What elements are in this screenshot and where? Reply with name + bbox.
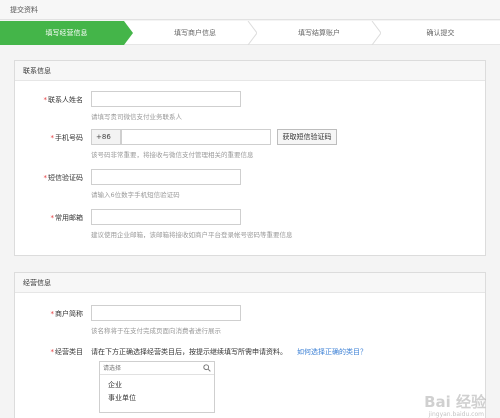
category-help-link[interactable]: 如何选择正确的类目？ — [297, 347, 367, 357]
shortname-input[interactable] — [91, 305, 241, 321]
contact-section-title: 联系信息 — [15, 61, 485, 81]
category-description: 请在下方正确选择经营类目后，按提示继续填写所需申请资料。 — [91, 348, 287, 356]
shortname-label: *商户简称 — [50, 310, 84, 318]
get-sms-code-button[interactable]: 获取短信验证码 — [277, 129, 337, 145]
step-fill-business-info: 填写经营信息 — [0, 21, 133, 45]
phone-country-code: +86 — [91, 129, 121, 145]
step-confirm-submit: 确认提交 — [426, 29, 455, 37]
watermark-url: jingyan.baidu.com — [428, 411, 484, 418]
watermark-logo: Bai 经验 — [424, 393, 486, 411]
category-search[interactable] — [100, 362, 214, 375]
phone-hint: 该号码非常重要，将接收与微信支付管理相关的重要信息 — [91, 151, 254, 159]
email-hint: 建议使用企业邮箱，该邮箱将接收如商户平台登录帐号密码等重要信息 — [91, 231, 293, 239]
email-input[interactable] — [91, 209, 241, 225]
category-option[interactable]: 事业单位 — [108, 393, 136, 403]
category-label: *经营类目 — [50, 348, 84, 356]
business-section: 经营信息 *商户简称 该名称将于在支付完成页面向消费者进行展示 *经营类目 请在… — [14, 272, 486, 418]
phone-input[interactable] — [121, 129, 271, 145]
shortname-hint: 该名称将于在支付完成页面向消费者进行展示 — [91, 327, 221, 335]
email-label: *常用邮箱 — [50, 214, 84, 222]
sms-code-label: *短信验证码 — [43, 174, 84, 182]
search-icon[interactable] — [203, 364, 211, 372]
contact-name-label: *联系人姓名 — [43, 96, 84, 104]
contact-section: 联系信息 *联系人姓名 请填写贵司微信支付业务联系人 *手机号码 +86 获取短… — [14, 60, 486, 256]
step-fill-settlement-account: 填写结算账户 — [257, 21, 381, 45]
sms-code-hint: 请输入6位数字手机短信验证码 — [91, 191, 180, 199]
category-picker[interactable]: 企业 事业单位 — [99, 361, 215, 413]
progress-steps: 填写经营信息 填写商户信息 填写结算账户 确认提交 — [0, 21, 500, 45]
contact-name-hint: 请填写贵司微信支付业务联系人 — [91, 113, 182, 121]
business-section-title: 经营信息 — [15, 273, 485, 293]
step-fill-merchant-info: 填写商户信息 — [133, 21, 257, 45]
sms-code-input[interactable] — [91, 169, 241, 185]
phone-label: *手机号码 — [50, 134, 84, 142]
page-title: 提交资料 — [0, 0, 500, 20]
contact-name-input[interactable] — [91, 91, 241, 107]
category-search-input[interactable] — [103, 363, 203, 373]
category-option[interactable]: 企业 — [108, 380, 122, 390]
